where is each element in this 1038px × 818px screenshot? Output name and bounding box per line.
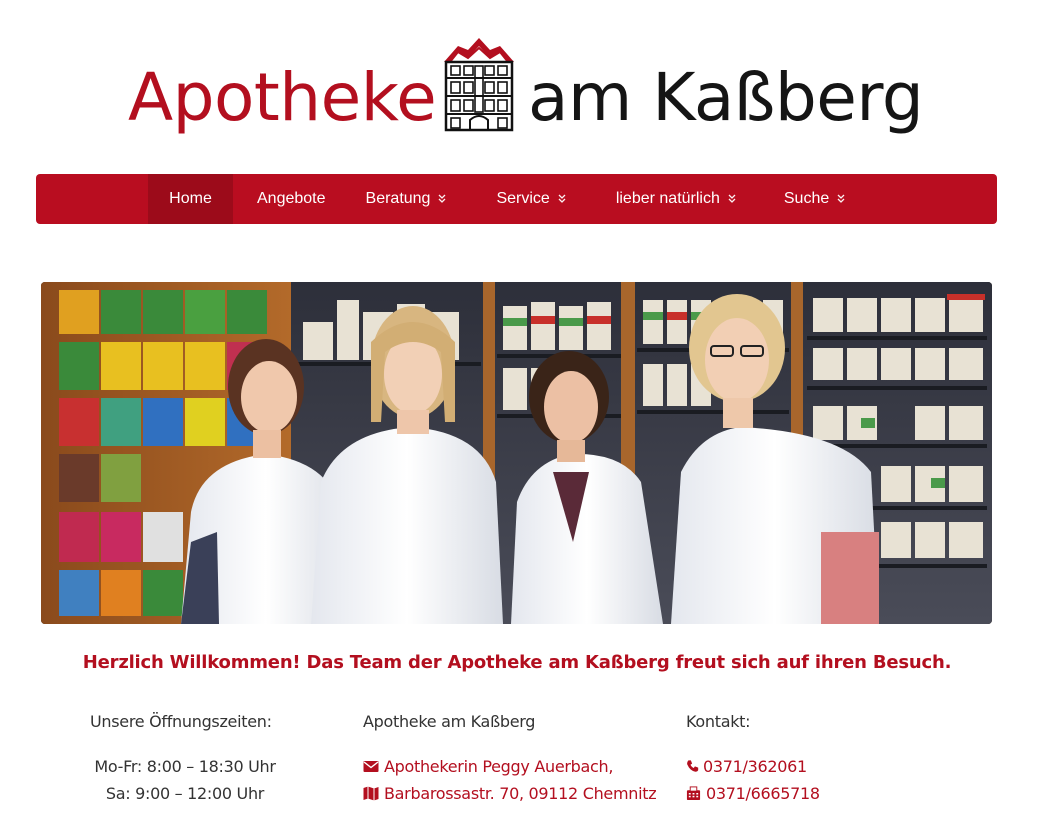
street-link[interactable]: Barbarossastr. 70, 09112 Chemnitz bbox=[363, 780, 663, 807]
chevron-down-icon bbox=[438, 194, 446, 206]
logo-text-am-kassberg: am Kaßberg bbox=[528, 59, 924, 136]
owner-name: Apothekerin Peggy Auerbach, bbox=[384, 757, 614, 776]
main-navigation: Home Angebote Beratung Service lieber na… bbox=[36, 174, 997, 224]
nav-item-beratung[interactable]: Beratung bbox=[350, 174, 469, 224]
owner-link[interactable]: Apothekerin Peggy Auerbach, bbox=[363, 753, 663, 780]
nav-list: Home Angebote Beratung Service lieber na… bbox=[148, 174, 865, 224]
site-logo[interactable]: Apotheke am Kaßberg bbox=[0, 38, 1038, 148]
nav-item-label: Home bbox=[169, 190, 212, 207]
hours-saturday: Sa: 9:00 – 12:00 Uhr bbox=[105, 784, 265, 803]
opening-hours-heading: Unsere Öffnungszeiten: bbox=[90, 712, 272, 731]
fax-link[interactable]: 0371/6665718 bbox=[686, 780, 886, 807]
nav-item-home[interactable]: Home bbox=[148, 174, 233, 224]
hours-weekdays: Mo-Fr: 8:00 – 18:30 Uhr bbox=[94, 757, 276, 776]
nav-item-label: Suche bbox=[783, 190, 830, 207]
fax-icon bbox=[686, 786, 701, 801]
envelope-icon bbox=[363, 761, 379, 772]
team-photo bbox=[41, 282, 992, 624]
chevron-down-icon bbox=[558, 194, 566, 206]
welcome-message: Herzlich Willkommen! Das Team der Apothe… bbox=[82, 652, 952, 673]
nav-item-lieber-natuerlich[interactable]: lieber natürlich bbox=[590, 174, 762, 224]
nav-item-label: lieber natürlich bbox=[615, 190, 720, 207]
nav-item-label: Angebote bbox=[257, 190, 326, 207]
nav-item-label: Beratung bbox=[365, 190, 431, 207]
contact-heading: Kontakt: bbox=[686, 712, 751, 731]
address-heading: Apotheke am Kaßberg bbox=[363, 712, 536, 731]
contact-block: Kontakt: 0371/362061 0371/6665718 bbox=[686, 708, 886, 807]
nav-item-service[interactable]: Service bbox=[468, 174, 589, 224]
nav-item-angebote[interactable]: Angebote bbox=[233, 174, 350, 224]
logo-text-apotheke: Apotheke bbox=[128, 59, 437, 136]
street-address: Barbarossastr. 70, 09112 Chemnitz bbox=[384, 784, 657, 803]
nav-item-label: Service bbox=[496, 190, 550, 207]
map-icon bbox=[363, 786, 379, 801]
nav-item-suche[interactable]: Suche bbox=[762, 174, 865, 224]
pharmacy-building-icon bbox=[444, 38, 514, 132]
opening-hours: Unsere Öffnungszeiten: Mo-Fr: 8:00 – 18:… bbox=[90, 708, 280, 807]
phone-number: 0371/362061 bbox=[703, 757, 807, 776]
phone-icon bbox=[687, 760, 699, 772]
chevron-down-icon bbox=[728, 194, 736, 206]
address-block: Apotheke am Kaßberg Apothekerin Peggy Au… bbox=[363, 708, 663, 807]
phone-link[interactable]: 0371/362061 bbox=[686, 753, 886, 780]
chevron-down-icon bbox=[837, 194, 845, 206]
fax-number: 0371/6665718 bbox=[706, 784, 820, 803]
